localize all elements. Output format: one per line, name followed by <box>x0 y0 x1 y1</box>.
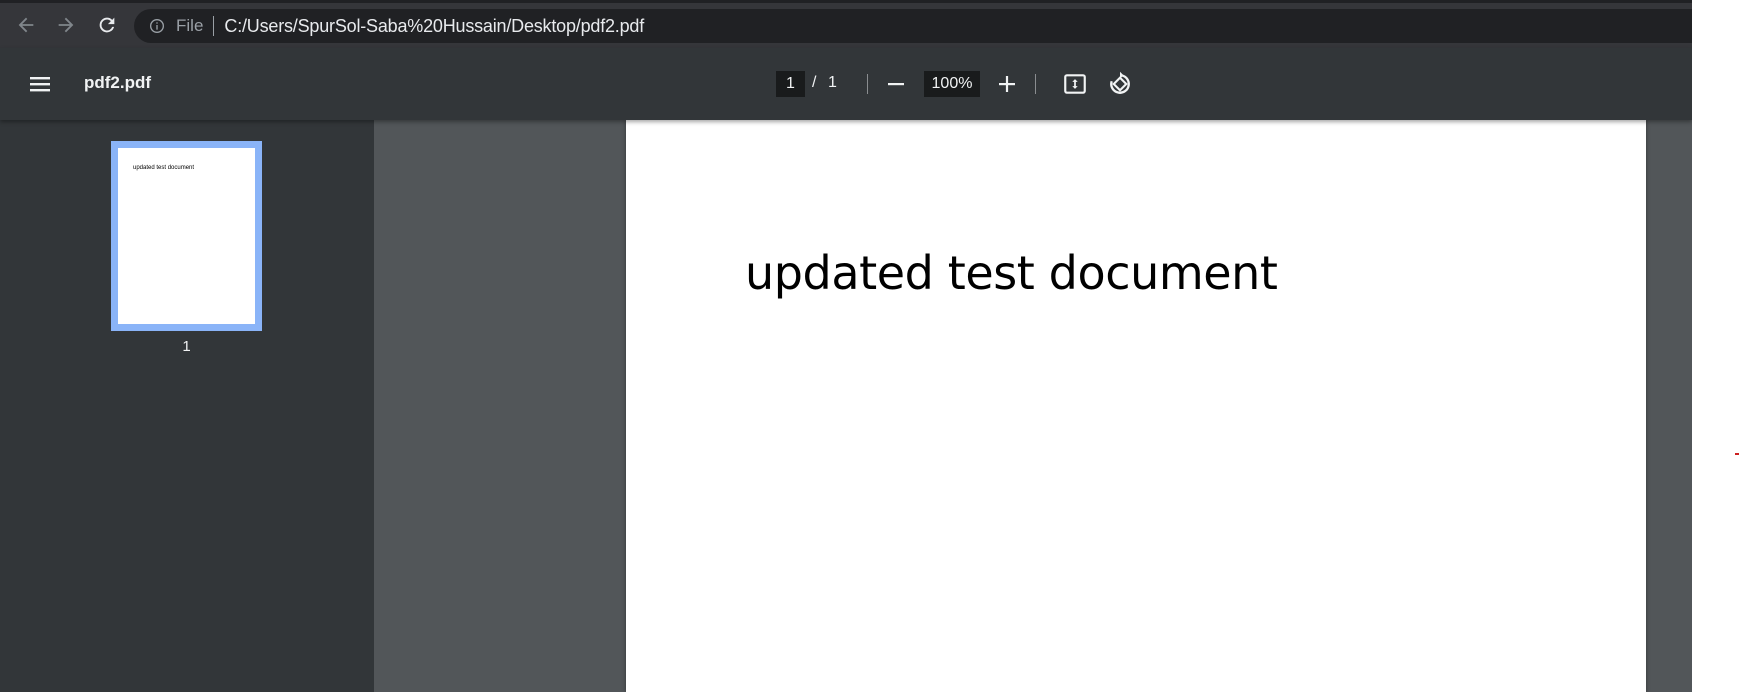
menu-icon <box>30 77 50 92</box>
browser-window: File C:/Users/SpurSol-Saba%20Hussain/Des… <box>0 0 1692 692</box>
pdf-viewer[interactable]: updated test document <box>374 120 1692 692</box>
pdf-page: updated test document <box>626 120 1646 692</box>
plus-icon <box>999 76 1015 92</box>
page-separator: / <box>812 74 817 91</box>
browser-toolbar: File C:/Users/SpurSol-Saba%20Hussain/Des… <box>0 0 1692 48</box>
back-button[interactable] <box>12 11 40 39</box>
address-bar[interactable]: File C:/Users/SpurSol-Saba%20Hussain/Des… <box>134 9 1692 43</box>
page-thumbnail[interactable]: updated test document <box>111 141 262 331</box>
toolbar-divider <box>867 74 868 94</box>
url-text[interactable]: C:/Users/SpurSol-Saba%20Hussain/Desktop/… <box>224 16 644 37</box>
zoom-out-button[interactable] <box>884 72 908 96</box>
thumbnail-sidebar: updated test document 1 <box>0 120 374 692</box>
minus-icon <box>888 83 904 86</box>
reload-icon <box>99 17 115 33</box>
edge-marker <box>1735 453 1739 455</box>
total-pages: 1 <box>828 74 837 91</box>
info-icon[interactable] <box>148 17 166 35</box>
back-arrow-icon <box>18 17 34 33</box>
thumbnail-text: updated test document <box>133 165 195 171</box>
toolbar-divider <box>1035 74 1036 94</box>
rotate-icon <box>1110 71 1130 94</box>
pdf-toolbar: pdf2.pdf 1 / 1 100% <box>0 48 1692 120</box>
thumbnail-page-number: 1 <box>182 338 191 355</box>
rotate-button[interactable] <box>1106 70 1134 98</box>
zoom-in-button[interactable] <box>995 72 1019 96</box>
forward-button[interactable] <box>52 11 80 39</box>
page-number-input[interactable]: 1 <box>776 71 805 97</box>
forward-arrow-icon <box>58 17 74 33</box>
zoom-level-input[interactable]: 100% <box>924 71 980 97</box>
reload-button[interactable] <box>93 11 121 39</box>
document-text: updated test document <box>745 246 1278 300</box>
fit-to-page-icon <box>1064 74 1086 94</box>
scheme-label: File <box>176 16 204 35</box>
document-title: pdf2.pdf <box>84 73 152 92</box>
fit-to-page-button[interactable] <box>1062 71 1088 97</box>
scheme-divider <box>213 16 215 36</box>
menu-button[interactable] <box>28 72 54 96</box>
thumbnail-page-preview: updated test document <box>118 148 255 324</box>
